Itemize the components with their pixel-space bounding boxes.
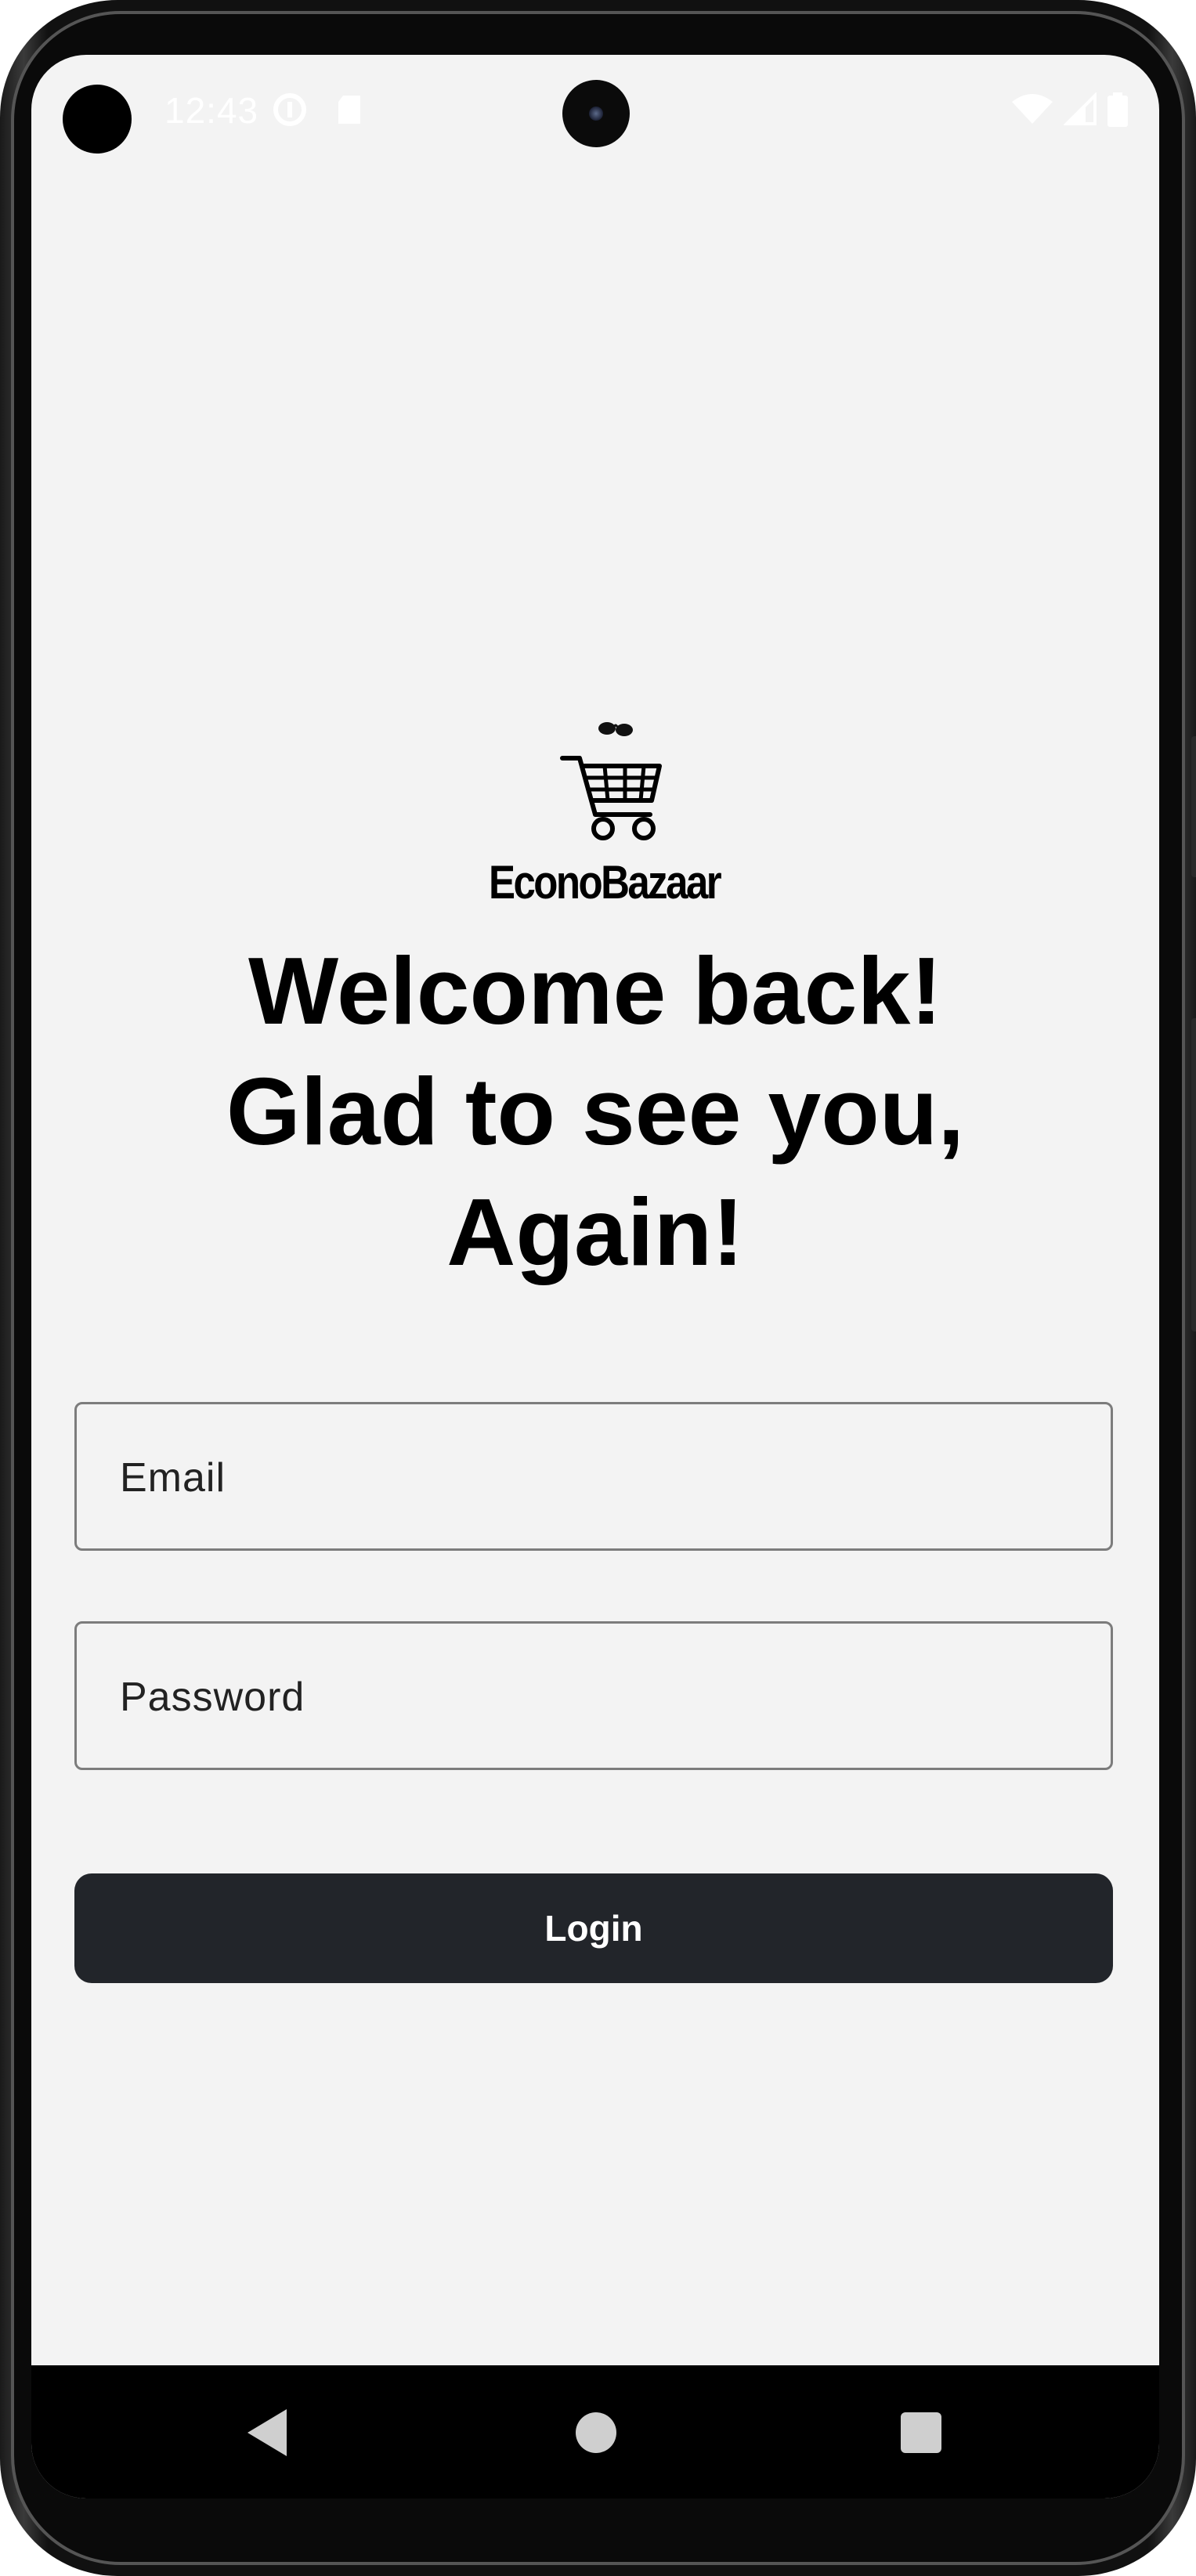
sunglasses-icon bbox=[598, 722, 633, 736]
email-field[interactable]: Email bbox=[74, 1402, 1113, 1551]
wifi-icon bbox=[1012, 94, 1053, 124]
sd-card-icon bbox=[338, 96, 360, 124]
status-dot bbox=[63, 85, 132, 154]
battery-icon bbox=[1107, 92, 1128, 127]
heading-line-2: Glad to see you, bbox=[226, 1058, 965, 1165]
welcome-heading: Welcome back! Glad to see you, Again! bbox=[31, 930, 1159, 1292]
password-placeholder: Password bbox=[120, 1675, 305, 1720]
shopping-cart-icon bbox=[560, 722, 662, 840]
heading-line-1: Welcome back! bbox=[248, 938, 942, 1044]
volume-button bbox=[1191, 1018, 1196, 1331]
login-button[interactable]: Login bbox=[74, 1873, 1113, 1983]
app-screen: 12:43 EconoBazaar Welcome back! Glad to … bbox=[31, 55, 1159, 2498]
recents-icon[interactable] bbox=[901, 2412, 941, 2453]
brand-name: EconoBazaar bbox=[489, 856, 722, 909]
data-saver-icon bbox=[273, 93, 306, 126]
navigation-bar bbox=[31, 2365, 1159, 2498]
back-icon[interactable] bbox=[248, 2409, 287, 2456]
phone-frame: 12:43 EconoBazaar Welcome back! Glad to … bbox=[0, 0, 1196, 2576]
app-logo: EconoBazaar bbox=[470, 666, 722, 916]
status-time: 12:43 bbox=[164, 90, 259, 131]
password-field[interactable]: Password bbox=[74, 1621, 1113, 1770]
status-bar: 12:43 bbox=[31, 55, 1159, 164]
home-icon[interactable] bbox=[576, 2412, 616, 2453]
front-camera bbox=[562, 80, 630, 147]
heading-line-3: Again! bbox=[446, 1179, 744, 1285]
signal-icon bbox=[1064, 92, 1097, 125]
power-button bbox=[1191, 736, 1196, 877]
email-placeholder: Email bbox=[120, 1455, 226, 1501]
